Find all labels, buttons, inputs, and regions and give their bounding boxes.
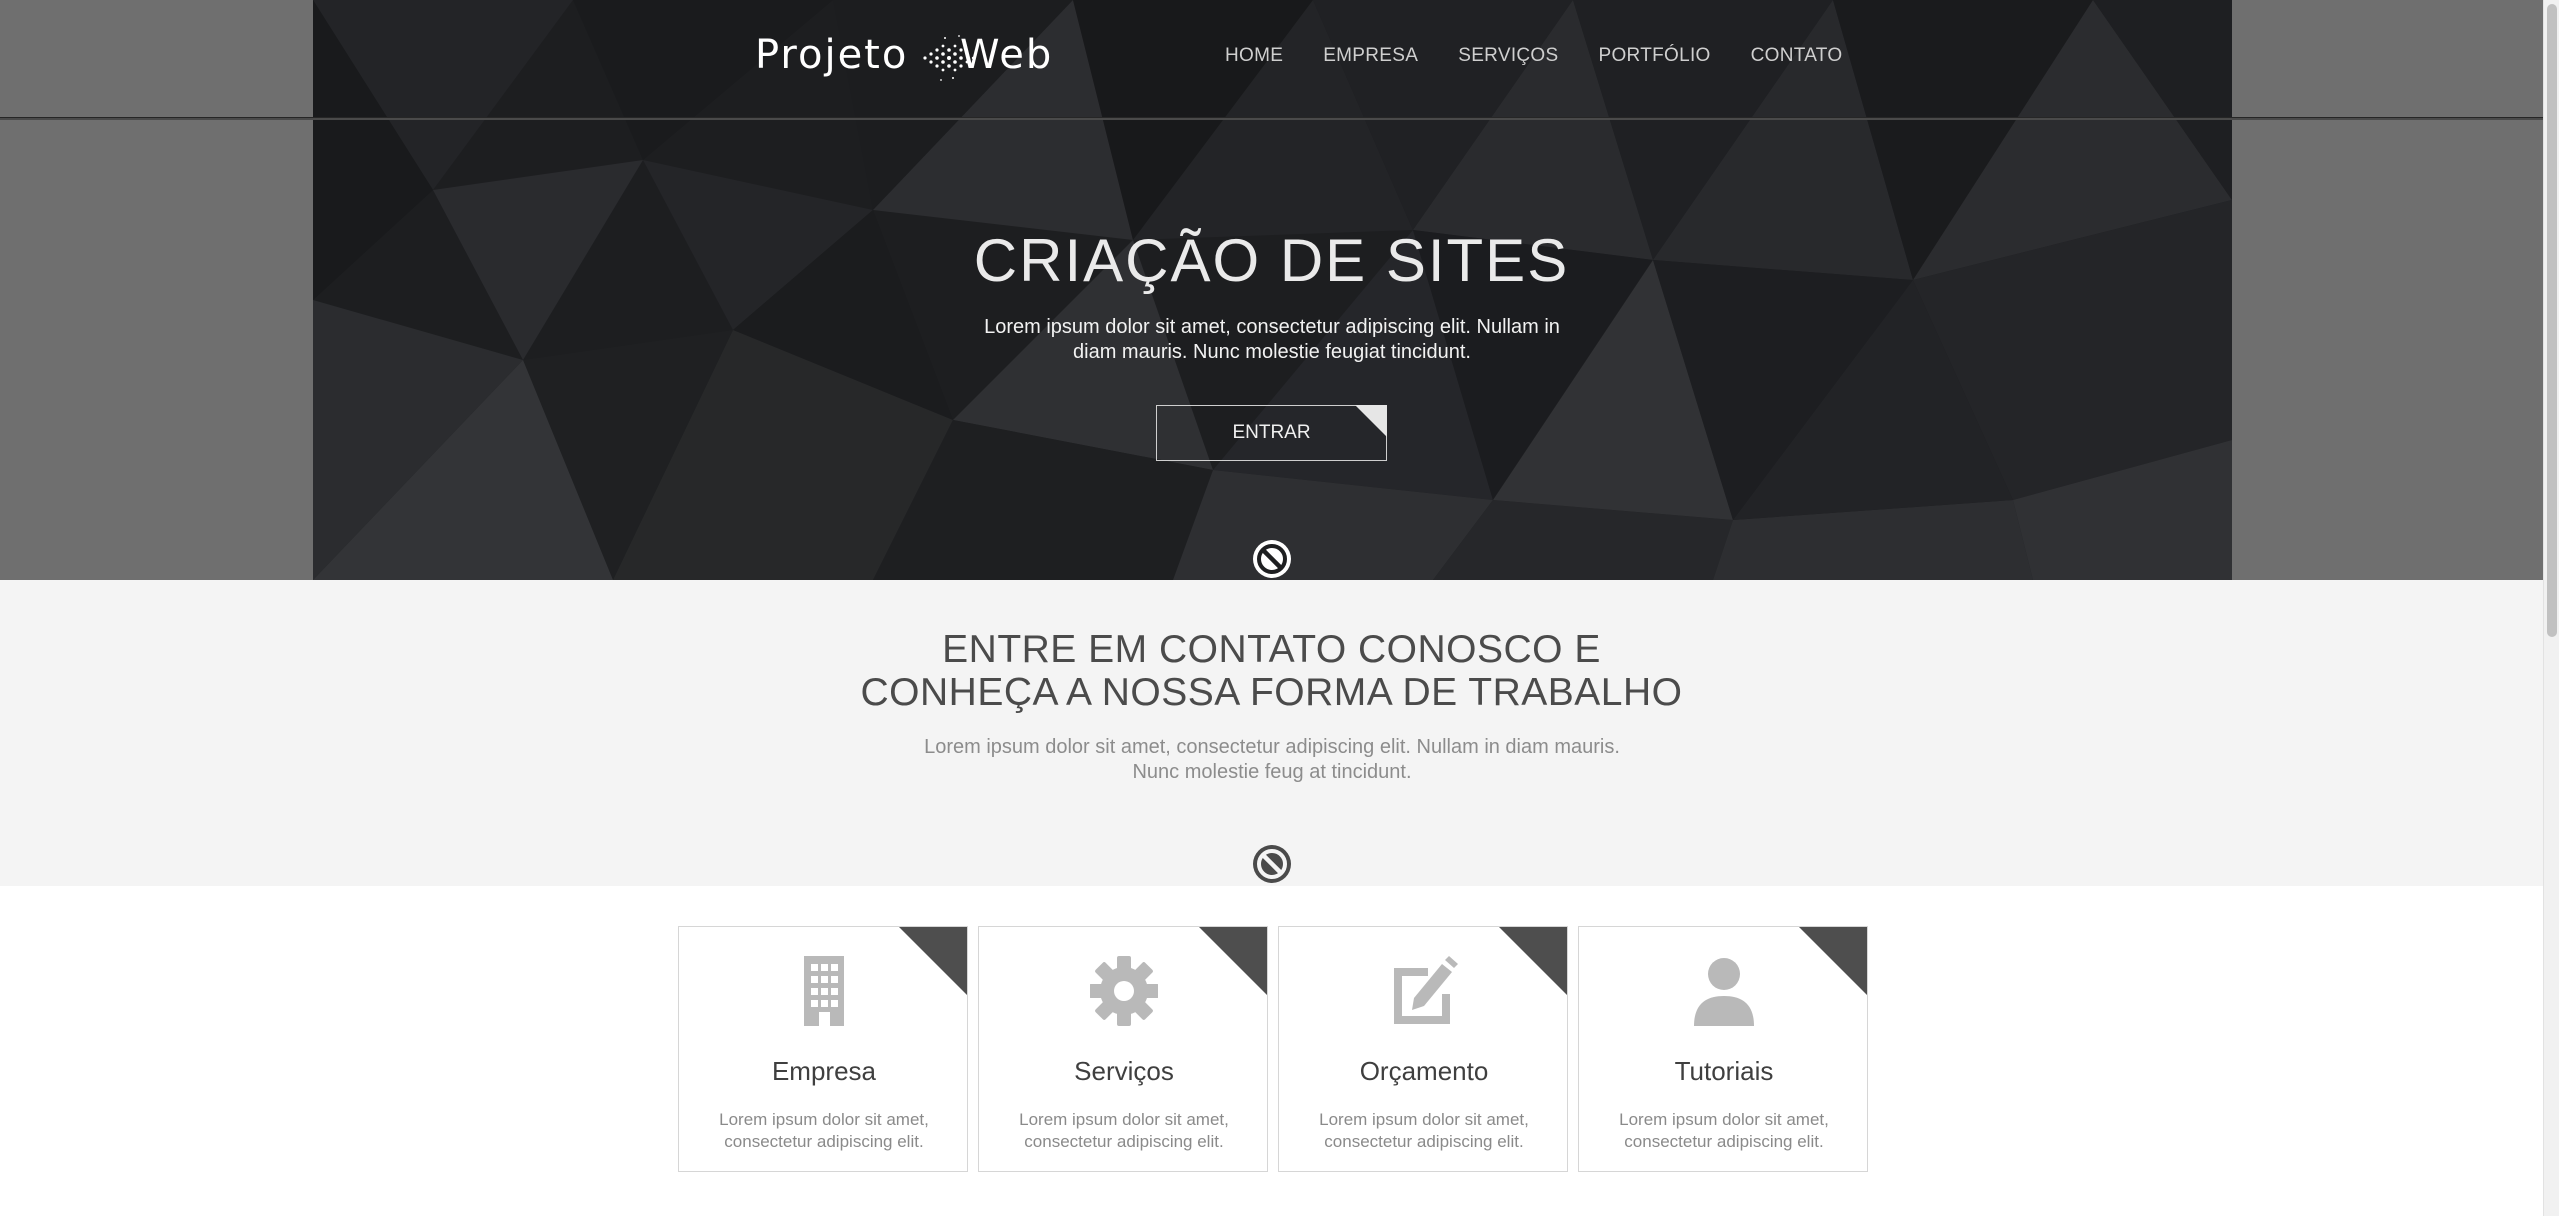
nav-empresa[interactable]: EMPRESA bbox=[1323, 45, 1418, 67]
enter-button-label: ENTRAR bbox=[1232, 422, 1311, 443]
card-text: Lorem ipsum dolor sit amet, consectetur … bbox=[1019, 1110, 1229, 1151]
nav-contato[interactable]: CONTATO bbox=[1751, 45, 1843, 67]
card-empresa[interactable]: Empresa Lorem ipsum dolor sit amet, cons… bbox=[678, 926, 968, 1172]
card-text: Lorem ipsum dolor sit amet, consectetur … bbox=[1319, 1110, 1529, 1151]
feature-cards: Empresa Lorem ipsum dolor sit amet, cons… bbox=[678, 926, 1868, 1172]
card-title: Serviços bbox=[1074, 1056, 1174, 1086]
enter-button-corner bbox=[1355, 405, 1387, 437]
ban-icon-hero bbox=[1253, 540, 1291, 578]
contact-text: Lorem ipsum dolor sit amet, consectetur … bbox=[924, 736, 1620, 783]
nav-servicos[interactable]: SERVIÇOS bbox=[1458, 45, 1558, 67]
card-title: Tutoriais bbox=[1674, 1056, 1774, 1086]
nav-home[interactable]: HOME bbox=[1225, 45, 1283, 67]
user-icon bbox=[1694, 958, 1754, 1026]
logo-text-right: Web bbox=[960, 32, 1054, 78]
contact-section: ENTRE EM CONTATO CONOSCO E CONHEÇA A NOS… bbox=[0, 580, 2543, 886]
scrollbar-thumb[interactable] bbox=[2547, 4, 2557, 637]
card-servicos[interactable]: Serviços Lorem ipsum dolor sit amet, con… bbox=[978, 926, 1268, 1172]
card-tutoriais[interactable]: Tutoriais Lorem ipsum dolor sit amet, co… bbox=[1578, 926, 1868, 1172]
contact-title-line1: ENTRE EM CONTATO CONOSCO E bbox=[942, 628, 1601, 671]
card-text: Lorem ipsum dolor sit amet, consectetur … bbox=[1619, 1110, 1829, 1151]
card-corner bbox=[898, 927, 967, 996]
gear-icon bbox=[1090, 956, 1158, 1026]
hero-title: CRIAÇÃO DE SITES bbox=[973, 227, 1570, 294]
building-icon bbox=[804, 956, 844, 1026]
page-scrollbar[interactable] bbox=[2543, 0, 2559, 1216]
logo-text-left: Projeto bbox=[755, 32, 909, 78]
card-corner bbox=[1798, 927, 1867, 996]
enter-button[interactable]: ENTRAR bbox=[1156, 405, 1387, 461]
site-logo[interactable]: Projeto Web bbox=[755, 28, 1065, 88]
card-title: Orçamento bbox=[1359, 1056, 1489, 1086]
card-corner bbox=[1498, 927, 1567, 996]
card-corner bbox=[1198, 927, 1267, 996]
hero-text: Lorem ipsum dolor sit amet, consectetur … bbox=[984, 316, 1560, 363]
edit-icon bbox=[1394, 956, 1458, 1024]
contact-title-line2: CONHEÇA A NOSSA FORMA DE TRABALHO bbox=[860, 671, 1683, 714]
main-nav: HOME EMPRESA SERVIÇOS PORTFÓLIO CONTATO bbox=[1225, 45, 1882, 67]
card-text: Lorem ipsum dolor sit amet, consectetur … bbox=[719, 1110, 929, 1151]
ban-icon-contact bbox=[1253, 845, 1291, 883]
contact-title: ENTRE EM CONTATO CONOSCO E CONHEÇA A NOS… bbox=[0, 628, 2543, 714]
nav-portfolio[interactable]: PORTFÓLIO bbox=[1598, 45, 1710, 67]
header-divider bbox=[0, 118, 2543, 120]
card-title: Empresa bbox=[771, 1056, 877, 1086]
card-orcamento[interactable]: Orçamento Lorem ipsum dolor sit amet, co… bbox=[1278, 926, 1568, 1172]
